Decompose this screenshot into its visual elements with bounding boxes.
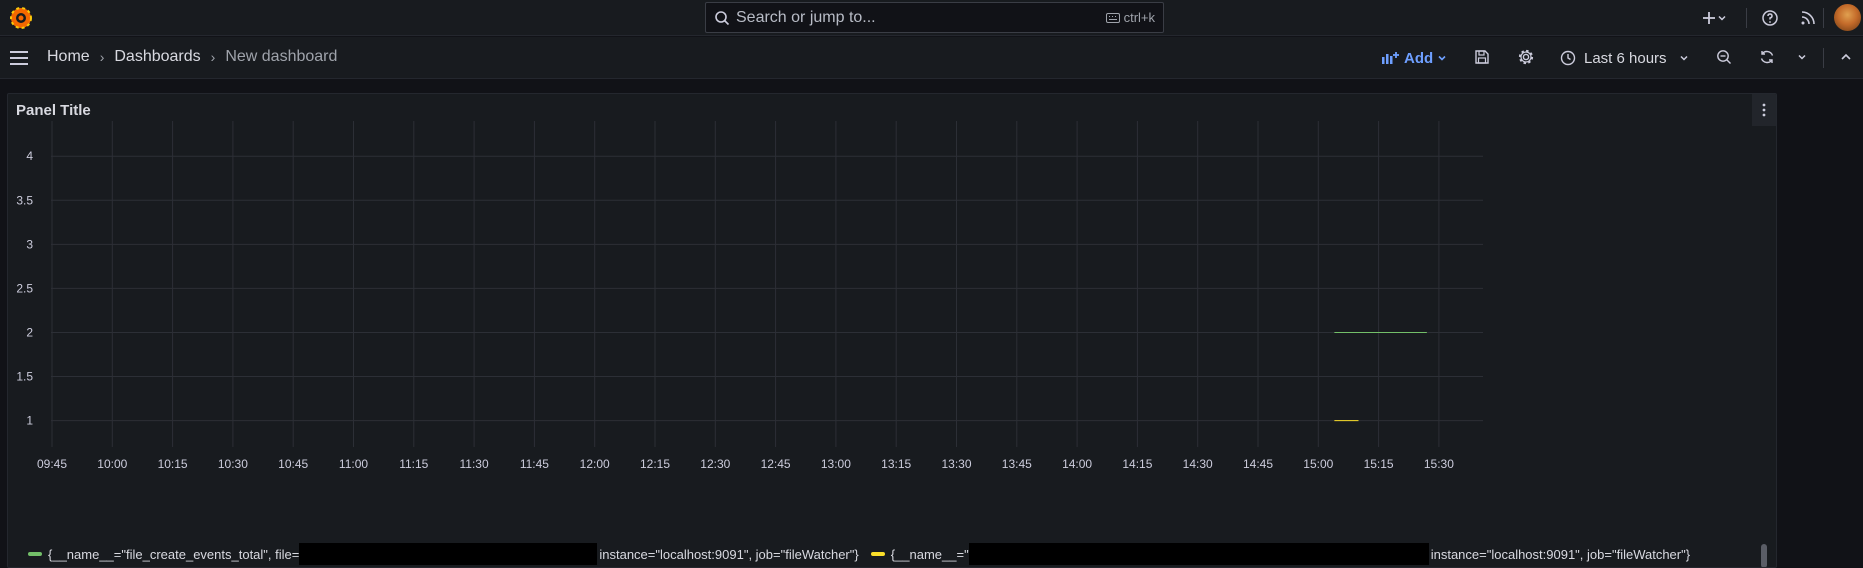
y-tick-label: 3.5 <box>16 193 33 207</box>
x-tick-label: 11:30 <box>460 457 489 471</box>
save-dashboard-button[interactable] <box>1472 47 1492 67</box>
x-tick-label: 15:15 <box>1364 457 1394 471</box>
chevron-down-icon <box>1438 55 1446 61</box>
add-button[interactable]: Add <box>1381 46 1447 70</box>
chevron-right-icon: › <box>99 49 105 65</box>
legend-item-series-1-suffix: instance="localhost:9091", job="fileWatc… <box>599 546 859 562</box>
x-tick-label: 11:15 <box>399 457 428 471</box>
x-tick-label: 13:00 <box>821 457 851 471</box>
save-icon <box>1475 50 1489 64</box>
gear-icon <box>1518 49 1534 65</box>
legend-item-series-2-suffix: instance="localhost:9091", job="fileWatc… <box>1430 546 1691 562</box>
toolbar-divider <box>1823 48 1824 68</box>
refresh-icon <box>1760 50 1774 64</box>
news-rss-icon <box>1801 11 1815 25</box>
dashboard-panel: Panel Title 1 1.5 2 2.5 3 3.5 4 09:45 10:00 10:1… <box>7 93 1777 568</box>
dashboard-margin <box>1778 79 1863 568</box>
x-tick-label: 10:30 <box>218 457 248 471</box>
legend-item-series-2[interactable]: {__name__=" <box>891 547 969 562</box>
dashboard-settings-button[interactable] <box>1516 47 1536 67</box>
search-shortcut: ctrl+k <box>1105 10 1155 25</box>
vertical-grid <box>51 121 1440 447</box>
refresh-interval-dropdown[interactable] <box>1792 47 1812 67</box>
y-axis: 1 1.5 2 2.5 3 3.5 4 <box>16 149 33 427</box>
new-menu-button[interactable] <box>1699 8 1729 28</box>
add-panel-icon <box>1382 52 1399 64</box>
zoom-out-button[interactable] <box>1714 47 1734 67</box>
y-tick-label: 3 <box>26 237 33 251</box>
x-tick-label: 13:45 <box>1002 457 1032 471</box>
x-tick-label: 11:45 <box>520 457 549 471</box>
add-button-label: Add <box>1404 49 1434 67</box>
y-tick-label: 1 <box>26 414 33 428</box>
time-series-chart[interactable]: 1 1.5 2 2.5 3 3.5 4 09:45 10:00 10:15 10:30 10:45 1… <box>8 94 1777 539</box>
grafana-logo-icon[interactable] <box>8 5 34 31</box>
avatar[interactable] <box>1834 4 1861 31</box>
chevron-down-icon <box>1680 55 1688 61</box>
legend-item-series-1[interactable]: {__name__="file_create_events_total", fi… <box>48 547 299 562</box>
x-axis: 09:45 10:00 10:15 10:30 10:45 11:00 11:15 11:30… <box>37 457 1454 471</box>
x-tick-label: 12:00 <box>580 457 610 471</box>
time-range-label: Last 6 hours <box>1584 49 1667 67</box>
search-shortcut-label: ctrl+k <box>1123 10 1155 25</box>
chevron-right-icon: › <box>210 49 216 65</box>
breadcrumb-home[interactable]: Home <box>47 48 90 66</box>
zoom-out-icon <box>1717 50 1731 64</box>
search-placeholder: Search or jump to... <box>736 8 876 26</box>
breadcrumb: Home › Dashboards › New dashboard <box>47 48 337 66</box>
x-tick-label: 13:15 <box>881 457 911 471</box>
x-tick-label: 14:45 <box>1243 457 1273 471</box>
legend-scrollbar[interactable] <box>1761 544 1767 567</box>
legend-swatch-series-2 <box>870 552 885 556</box>
chart-legend: {__name__="file_create_events_total", fi… <box>16 542 1756 566</box>
chevron-down-icon <box>1798 54 1806 60</box>
search-icon <box>715 10 730 25</box>
x-tick-label: 15:00 <box>1303 457 1333 471</box>
chevron-down-icon <box>1718 15 1726 21</box>
y-tick-label: 2 <box>26 325 33 339</box>
news-button[interactable] <box>1798 8 1818 28</box>
x-tick-label: 12:30 <box>700 457 730 471</box>
x-tick-label: 15:30 <box>1424 457 1454 471</box>
time-range-picker[interactable]: Last 6 hours <box>1560 46 1689 70</box>
x-tick-label: 12:15 <box>640 457 670 471</box>
breadcrumb-dashboards[interactable]: Dashboards <box>114 48 200 66</box>
x-tick-label: 14:15 <box>1122 457 1152 471</box>
x-tick-label: 09:45 <box>37 457 67 471</box>
y-tick-label: 2.5 <box>16 281 33 295</box>
toolbar-divider <box>1746 8 1747 28</box>
horizontal-grid <box>51 155 1483 422</box>
toolbar-divider <box>1823 8 1824 28</box>
x-tick-label: 10:00 <box>97 457 127 471</box>
search-input[interactable]: Search or jump to... ctrl+k <box>705 2 1164 33</box>
x-tick-label: 13:30 <box>941 457 971 471</box>
collapse-button[interactable] <box>1836 47 1856 67</box>
y-tick-label: 1.5 <box>16 370 33 384</box>
top-bar: Search or jump to... ctrl+k <box>0 0 1863 36</box>
redacted-region <box>299 543 598 565</box>
clock-icon <box>1560 50 1576 66</box>
keyboard-icon <box>1105 12 1120 23</box>
plus-icon <box>1703 12 1715 24</box>
y-tick-label: 4 <box>26 149 33 163</box>
x-tick-label: 10:45 <box>278 457 308 471</box>
redacted-region <box>968 543 1429 565</box>
help-button[interactable] <box>1760 8 1780 28</box>
breadcrumb-current: New dashboard <box>225 48 338 65</box>
help-icon <box>1762 10 1778 26</box>
chevron-up-icon <box>1841 53 1851 60</box>
dashboard-nav-bar: Home › Dashboards › New dashboard Add La… <box>0 37 1863 79</box>
x-tick-label: 12:45 <box>761 457 791 471</box>
x-tick-label: 10:15 <box>158 457 188 471</box>
x-tick-label: 11:00 <box>339 457 368 471</box>
menu-icon[interactable] <box>8 47 30 69</box>
refresh-button[interactable] <box>1757 47 1777 67</box>
legend-swatch-series-1 <box>28 552 42 556</box>
x-tick-label: 14:00 <box>1062 457 1092 471</box>
x-tick-label: 14:30 <box>1183 457 1213 471</box>
